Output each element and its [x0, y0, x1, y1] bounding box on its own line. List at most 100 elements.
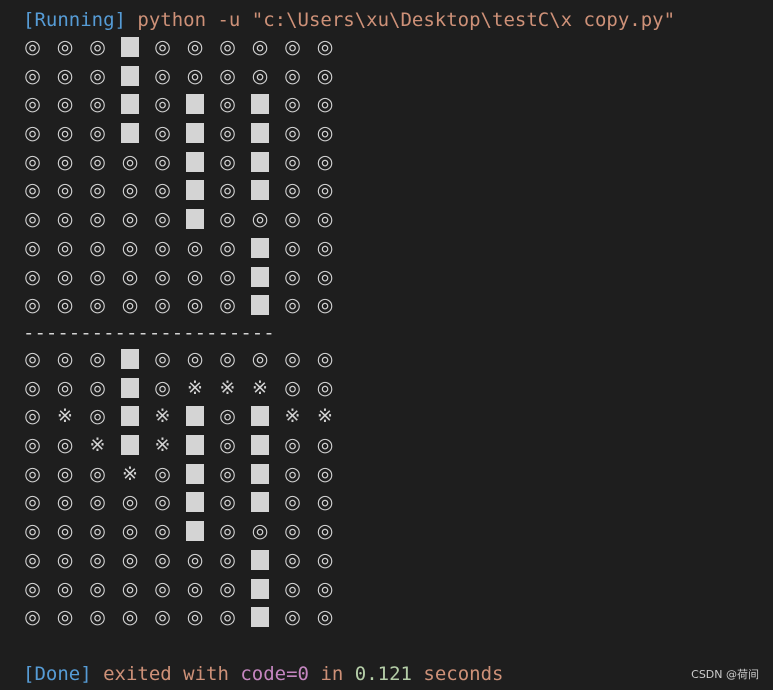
grid-row: ◎ ◎ ◎ ◎ ◎ ◎ ◎ ◎ ◎	[23, 206, 348, 235]
grid-row: ◎ ◎ ◎ ◎ ◎ ◎ ◎ ◎ ◎	[23, 576, 348, 605]
circle-cell: ◎	[56, 491, 74, 514]
circle-cell: ◎	[89, 520, 106, 543]
circle-cell: ◎	[121, 548, 139, 571]
block-cell	[120, 403, 154, 432]
circle-cell: ◎	[316, 93, 334, 116]
circle-cell: ◎	[89, 265, 106, 288]
block-cell	[185, 120, 219, 149]
circle-cell: ◎	[186, 548, 204, 571]
run-header: [Running] python -u "c:\Users\xu\Desktop…	[23, 7, 675, 33]
circle-cell: ◎	[251, 36, 269, 58]
command-text: python -u "c:\Users\xu\Desktop\testC\x c…	[125, 9, 676, 31]
circle-cell: ◎	[316, 548, 334, 571]
circle-cell: ◎	[316, 36, 334, 58]
circle-cell: ◎	[56, 64, 74, 87]
circle-cell: ◎	[89, 122, 106, 145]
block-cell	[185, 489, 219, 518]
circle-cell: ◎	[316, 348, 334, 370]
circle-cell: ◎	[316, 294, 334, 317]
grid-row: ◎ ◎ ◎ ◎ ◎ ◎ ◎ ◎	[23, 489, 348, 518]
block-cell	[185, 403, 219, 432]
block-cell	[120, 432, 154, 461]
circle-cell: ◎	[89, 462, 106, 485]
block-cell	[120, 63, 154, 92]
star-cell: ※	[122, 462, 138, 485]
circle-cell: ◎	[154, 348, 171, 370]
circle-cell: ◎	[121, 294, 139, 317]
circle-cell: ◎	[89, 577, 106, 600]
circle-cell: ◎	[121, 265, 139, 288]
exited-with-text: exited with	[91, 663, 241, 685]
running-tag: [Running]	[23, 9, 126, 31]
circle-cell: ◎	[219, 577, 236, 600]
circle-cell: ◎	[56, 236, 74, 259]
circle-cell: ◎	[89, 606, 106, 629]
circle-cell: ◎	[316, 236, 334, 259]
grid-row: ◎ ◎ ◎ ※ ◎ ◎ ◎ ◎	[23, 461, 348, 490]
circle-cell: ◎	[24, 294, 41, 317]
block-cell	[250, 177, 284, 206]
star-cell: ※	[219, 376, 236, 399]
star-cell: ※	[187, 376, 203, 399]
circle-cell: ◎	[121, 150, 139, 173]
circle-cell: ◎	[24, 179, 41, 202]
circle-cell: ◎	[24, 93, 41, 116]
block-cell	[185, 518, 219, 547]
block-cell	[250, 264, 284, 293]
circle-cell: ◎	[154, 376, 171, 399]
block-cell	[250, 91, 284, 120]
circle-cell: ◎	[284, 491, 301, 514]
circle-cell: ◎	[24, 36, 41, 58]
circle-cell: ◎	[24, 405, 41, 428]
grid-row: ◎ ◎ ◎ ◎ ◎ ◎ ◎	[23, 91, 348, 120]
done-footer: [Done] exited with code=0 in 0.121 secon…	[23, 661, 503, 687]
circle-cell: ◎	[284, 236, 301, 259]
circle-cell: ◎	[219, 405, 236, 428]
circle-cell: ◎	[284, 64, 301, 87]
circle-cell: ◎	[284, 294, 301, 317]
circle-cell: ◎	[284, 462, 301, 485]
grid-row: ◎ ◎ ◎ ◎ ◎ ◎ ◎ ◎ ◎	[23, 264, 348, 293]
circle-cell: ◎	[284, 208, 301, 231]
block-cell	[185, 461, 219, 490]
circle-cell: ◎	[24, 150, 41, 173]
star-cell: ※	[57, 405, 73, 428]
circle-cell: ◎	[316, 520, 334, 543]
block-cell	[250, 547, 284, 576]
grid-row: ◎ ◎ ◎ ◎ ◎ ◎ ◎ ◎ ◎	[23, 34, 348, 63]
circle-cell: ◎	[89, 179, 106, 202]
circle-cell: ◎	[89, 491, 106, 514]
block-cell	[120, 120, 154, 149]
circle-cell: ◎	[89, 64, 106, 87]
star-cell: ※	[284, 405, 301, 428]
star-cell: ※	[154, 405, 171, 428]
circle-cell: ◎	[24, 265, 41, 288]
circle-cell: ◎	[186, 577, 204, 600]
grid-row: ◎ ◎ ◎ ◎ ◎ ◎ ◎ ◎ ◎	[23, 604, 348, 633]
circle-cell: ◎	[186, 36, 204, 58]
block-cell	[250, 403, 284, 432]
grid-row: ◎ ◎ ◎ ◎ ◎ ◎ ◎ ◎ ◎	[23, 518, 348, 547]
circle-cell: ◎	[121, 236, 139, 259]
separator-line: ----------------------	[23, 322, 275, 344]
circle-cell: ◎	[154, 179, 171, 202]
block-cell	[250, 149, 284, 178]
circle-cell: ◎	[219, 36, 236, 58]
circle-cell: ◎	[154, 150, 171, 173]
circle-cell: ◎	[316, 179, 334, 202]
circle-cell: ◎	[284, 520, 301, 543]
circle-cell: ◎	[121, 577, 139, 600]
circle-cell: ◎	[284, 548, 301, 571]
circle-cell: ◎	[24, 122, 41, 145]
grid-row: ◎ ◎ ※ ※ ◎ ◎ ◎	[23, 432, 348, 461]
circle-cell: ◎	[316, 462, 334, 485]
circle-cell: ◎	[154, 606, 171, 629]
circle-cell: ◎	[219, 64, 236, 87]
circle-cell: ◎	[56, 462, 74, 485]
circle-cell: ◎	[89, 36, 106, 58]
circle-cell: ◎	[219, 606, 236, 629]
block-cell	[185, 432, 219, 461]
circle-cell: ◎	[219, 208, 236, 231]
circle-cell: ◎	[56, 294, 74, 317]
circle-cell: ◎	[24, 376, 41, 399]
